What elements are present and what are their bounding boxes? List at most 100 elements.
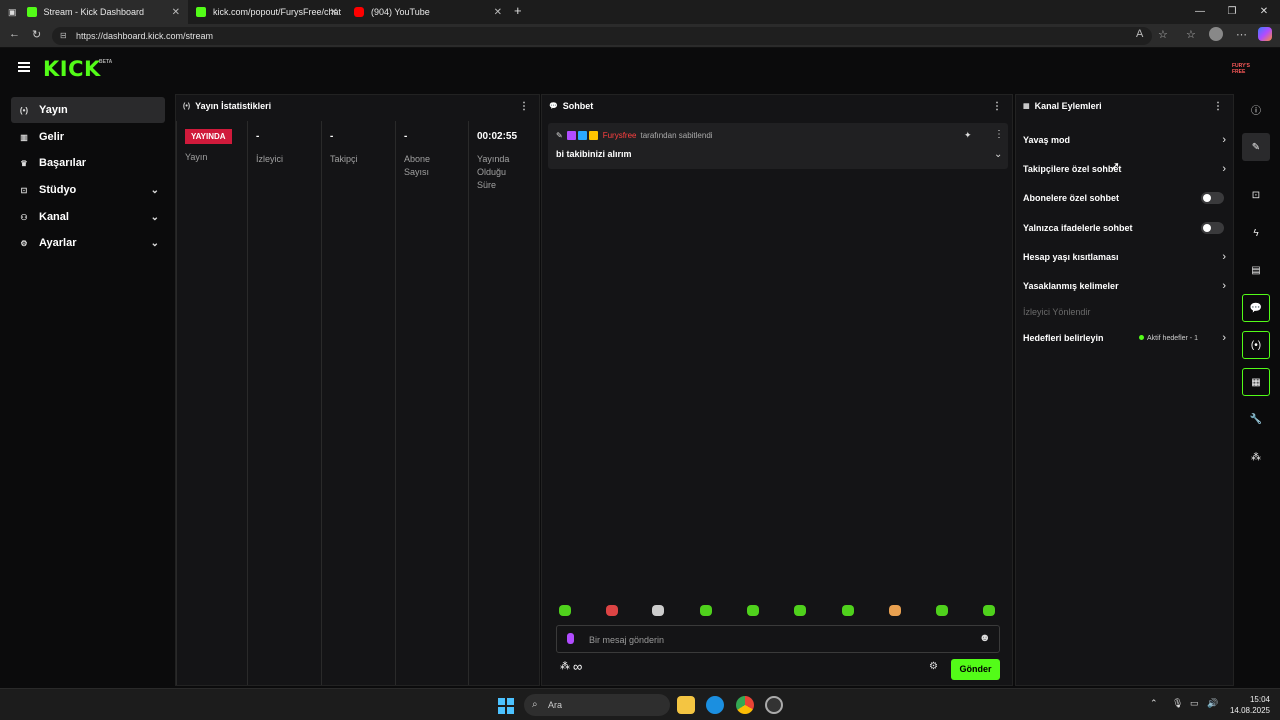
site-info-icon[interactable]: ⊟ bbox=[60, 27, 67, 45]
banned-words-item[interactable]: Yasaklanmış kelimeler › bbox=[1023, 276, 1228, 296]
trophy-icon: ♛ bbox=[20, 158, 28, 168]
maximize-icon[interactable]: ❐ bbox=[1216, 0, 1248, 24]
emote-icon[interactable] bbox=[652, 605, 664, 616]
tab-title: (904) YouTube bbox=[371, 7, 430, 17]
stream-stats-panel: (•) Yayın İstatistikleri ⋮ YAYINDA Yayın… bbox=[175, 94, 540, 686]
network-icon[interactable]: ▭ bbox=[1190, 698, 1199, 709]
kick-logo[interactable]: KICK bbox=[43, 57, 101, 81]
chevron-right-icon: › bbox=[1222, 332, 1226, 344]
obs-icon[interactable] bbox=[765, 696, 783, 714]
chat-message-input[interactable]: Bir mesaj gönderin ☻ bbox=[556, 625, 1000, 653]
sidebar-item-kanal[interactable]: ⚇ Kanal ⌄ bbox=[11, 204, 165, 230]
lightning-icon[interactable]: ϟ bbox=[1242, 219, 1270, 247]
edge-browser-icon[interactable] bbox=[706, 696, 724, 714]
windows-start-icon[interactable] bbox=[498, 698, 514, 714]
mic-icon[interactable] bbox=[567, 633, 574, 644]
edit-pencil-icon[interactable]: ✎ bbox=[1242, 133, 1270, 161]
sidebar-item-studyo[interactable]: ⊡ Stüdyo ⌄ bbox=[11, 177, 165, 203]
emote-icon[interactable] bbox=[559, 605, 571, 616]
url-field[interactable]: ⊟ https://dashboard.kick.com/stream bbox=[52, 27, 1152, 45]
chevron-down-icon[interactable]: ⌄ bbox=[994, 149, 1002, 160]
sidebar-item-yayin[interactable]: (•) Yayın bbox=[11, 97, 165, 123]
emote-icon[interactable] bbox=[747, 605, 759, 616]
info-icon[interactable]: ⓘ bbox=[1242, 95, 1270, 123]
pinned-message[interactable]: ✎ Furysfree tarafından sabitlendi bi tak… bbox=[548, 123, 1008, 169]
account-age-item[interactable]: Hesap yaşı kısıtlaması › bbox=[1023, 247, 1228, 267]
wrench-icon[interactable]: 🔧 bbox=[1242, 405, 1270, 433]
hamburger-menu-icon[interactable] bbox=[18, 62, 30, 72]
tray-chevron-up-icon[interactable]: ⌃ bbox=[1150, 698, 1158, 709]
broadcast-icon: (•) bbox=[19, 105, 29, 115]
points-icon[interactable]: ⁂ bbox=[1242, 443, 1270, 471]
emote-icon[interactable] bbox=[983, 605, 995, 616]
more-options-icon[interactable]: ⋮ bbox=[992, 101, 1002, 112]
infinity-icon[interactable]: ∞ bbox=[573, 659, 582, 674]
unpin-icon[interactable]: ✦ bbox=[964, 130, 972, 141]
microphone-icon[interactable]: 🎙 bbox=[1172, 698, 1183, 709]
reload-icon[interactable]: ↻ bbox=[32, 28, 41, 41]
followers-only-item[interactable]: Takipçilere özel sohbet › bbox=[1023, 159, 1228, 179]
close-tab-icon[interactable]: ✕ bbox=[494, 7, 502, 18]
emote-icon[interactable] bbox=[700, 605, 712, 616]
new-tab-icon[interactable]: + bbox=[514, 3, 522, 18]
emoji-icon[interactable]: ☻ bbox=[979, 632, 991, 644]
copilot-icon[interactable] bbox=[1258, 27, 1272, 41]
profile-icon[interactable] bbox=[1209, 27, 1223, 41]
collections-icon[interactable]: ☆ bbox=[1186, 28, 1196, 41]
chevron-down-icon: ⌄ bbox=[150, 184, 159, 196]
tab-popout-chat[interactable]: kick.com/popout/FurysFree/chat ✕ bbox=[188, 0, 346, 24]
emote-icon[interactable] bbox=[842, 605, 854, 616]
emote-icon[interactable] bbox=[794, 605, 806, 616]
mouse-cursor-icon: ➚ bbox=[1110, 159, 1121, 173]
sidebar-item-ayarlar[interactable]: ⚙ Ayarlar ⌄ bbox=[11, 230, 165, 256]
subscribers-only-toggle[interactable] bbox=[1201, 192, 1224, 204]
action-label: Takipçilere özel sohbet bbox=[1023, 164, 1122, 174]
channel-avatar[interactable]: FURY'S FREE bbox=[1232, 63, 1250, 75]
more-options-icon[interactable]: ⋮ bbox=[519, 101, 529, 112]
set-goals-item[interactable]: Hedefleri belirleyin Aktif hedefler - 1 … bbox=[1023, 328, 1228, 348]
chrome-browser-icon[interactable] bbox=[736, 696, 754, 714]
file-explorer-icon[interactable] bbox=[677, 696, 695, 714]
minimize-icon[interactable]: — bbox=[1184, 0, 1216, 24]
chart-icon: ▥ bbox=[20, 132, 28, 142]
read-aloud-icon[interactable]: A bbox=[1136, 28, 1143, 40]
close-tab-icon[interactable]: ✕ bbox=[330, 7, 338, 18]
tab-stream-dashboard[interactable]: ▣ Stream - Kick Dashboard ✕ bbox=[0, 0, 188, 24]
taskbar-search[interactable]: ⌕ Ara bbox=[524, 694, 670, 716]
favorite-star-icon[interactable]: ☆ bbox=[1158, 28, 1168, 41]
volume-icon[interactable]: 🔊 bbox=[1207, 698, 1218, 709]
close-window-icon[interactable]: ✕ bbox=[1248, 0, 1280, 24]
chat-panel-toggle-icon[interactable]: 💬 bbox=[1242, 294, 1270, 322]
clock[interactable]: 15:04 14.08.2025 bbox=[1222, 694, 1270, 716]
tab-youtube[interactable]: (904) YouTube ✕ bbox=[346, 0, 510, 24]
live-badge: YAYINDA bbox=[185, 129, 232, 144]
send-button[interactable]: Gönder bbox=[951, 659, 1000, 680]
broadcast-panel-toggle-icon[interactable]: (•) bbox=[1242, 331, 1270, 359]
more-options-icon[interactable]: ⋮ bbox=[994, 129, 1004, 140]
close-tab-icon[interactable]: ✕ bbox=[172, 7, 180, 18]
actions-panel-toggle-icon[interactable]: ▦ bbox=[1242, 368, 1270, 396]
emote-icon[interactable] bbox=[606, 605, 618, 616]
back-icon[interactable]: ← bbox=[9, 28, 20, 40]
slow-mode-item[interactable]: Yavaş mod › bbox=[1023, 130, 1228, 150]
stat-label: İzleyici bbox=[256, 154, 284, 164]
emotes-only-toggle[interactable] bbox=[1201, 222, 1224, 234]
stat-label: Takipçi bbox=[330, 154, 358, 164]
panel-title: Kanal Eylemleri bbox=[1034, 101, 1102, 111]
emote-icon[interactable] bbox=[936, 605, 948, 616]
sidebar-item-basarilar[interactable]: ♛ Başarılar bbox=[11, 150, 165, 176]
notes-icon[interactable]: ▤ bbox=[1242, 256, 1270, 284]
channel-icon: ⚇ bbox=[20, 212, 28, 222]
sidebar-item-label: Ayarlar bbox=[39, 237, 77, 249]
tab-menu-icon[interactable]: ▣ bbox=[8, 7, 17, 18]
chat-settings-gear-icon[interactable]: ⚙ bbox=[929, 661, 938, 672]
os-taskbar: ⌕ Ara ⌃ 🎙 ▭ 🔊 15:04 14.08.2025 bbox=[0, 688, 1280, 720]
address-bar-row: ← ↻ ⊟ https://dashboard.kick.com/stream … bbox=[0, 24, 1280, 48]
points-icon[interactable]: ⁂ bbox=[560, 661, 570, 672]
more-options-icon[interactable]: ⋮ bbox=[1213, 101, 1223, 112]
pinned-username[interactable]: Furysfree bbox=[603, 131, 637, 140]
emote-icon[interactable] bbox=[889, 605, 901, 616]
capture-icon[interactable]: ⊡ bbox=[1242, 181, 1270, 209]
sidebar-item-gelir[interactable]: ▥ Gelir bbox=[11, 124, 165, 150]
more-menu-icon[interactable]: ⋯ bbox=[1236, 28, 1247, 41]
